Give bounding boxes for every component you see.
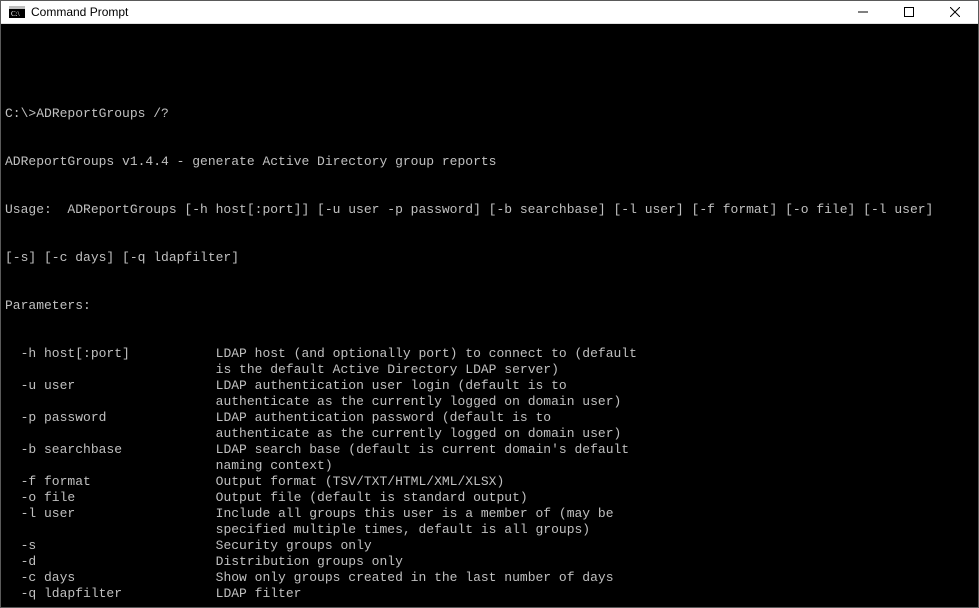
param-desc: Output format (TSV/TXT/HTML/XML/XLSX) bbox=[216, 474, 505, 489]
close-button[interactable] bbox=[932, 1, 978, 23]
param-desc: LDAP filter bbox=[216, 586, 302, 601]
param-desc: specified multiple times, default is all… bbox=[216, 522, 590, 537]
param-row: -l user Include all groups this user is … bbox=[5, 506, 974, 522]
param-row: -h host[:port] LDAP host (and optionally… bbox=[5, 346, 974, 362]
titlebar[interactable]: C:\ Command Prompt bbox=[1, 1, 978, 24]
param-flag-pad bbox=[5, 458, 216, 473]
param-flag: -b searchbase bbox=[5, 442, 216, 457]
prompt-line: C:\>ADReportGroups /? bbox=[5, 106, 974, 122]
param-row: -s Security groups only bbox=[5, 538, 974, 554]
param-flag: -l user bbox=[5, 506, 216, 521]
param-row: -c days Show only groups created in the … bbox=[5, 570, 974, 586]
param-flag-pad bbox=[5, 362, 216, 377]
svg-text:C:\: C:\ bbox=[11, 10, 20, 18]
param-row-cont: specified multiple times, default is all… bbox=[5, 522, 974, 538]
param-flag: -s bbox=[5, 538, 216, 553]
param-flag: -c days bbox=[5, 570, 216, 585]
param-row: -d Distribution groups only bbox=[5, 554, 974, 570]
window-controls bbox=[840, 1, 978, 23]
param-desc: LDAP authentication password (default is… bbox=[216, 410, 551, 425]
minimize-button[interactable] bbox=[840, 1, 886, 23]
param-desc: Include all groups this user is a member… bbox=[216, 506, 614, 521]
param-desc: LDAP host (and optionally port) to conne… bbox=[216, 346, 637, 361]
param-flag: -p password bbox=[5, 410, 216, 425]
usage-line: Usage: ADReportGroups [-h host[:port]] [… bbox=[5, 202, 974, 218]
parameters-list: -h host[:port] LDAP host (and optionally… bbox=[5, 346, 974, 602]
param-desc: Output file (default is standard output) bbox=[216, 490, 528, 505]
param-desc: is the default Active Directory LDAP ser… bbox=[216, 362, 559, 377]
param-row: -u user LDAP authentication user login (… bbox=[5, 378, 974, 394]
param-row-cont: authenticate as the currently logged on … bbox=[5, 426, 974, 442]
usage-line-2: [-s] [-c days] [-q ldapfilter] bbox=[5, 250, 974, 266]
param-desc: naming context) bbox=[216, 458, 333, 473]
cmd-icon: C:\ bbox=[9, 4, 25, 20]
param-row: -f format Output format (TSV/TXT/HTML/XM… bbox=[5, 474, 974, 490]
param-row: -o file Output file (default is standard… bbox=[5, 490, 974, 506]
window-title: Command Prompt bbox=[31, 5, 128, 19]
version-line: ADReportGroups v1.4.4 - generate Active … bbox=[5, 154, 974, 170]
param-row-cont: authenticate as the currently logged on … bbox=[5, 394, 974, 410]
param-desc: authenticate as the currently logged on … bbox=[216, 394, 622, 409]
param-flag: -d bbox=[5, 554, 216, 569]
param-desc: authenticate as the currently logged on … bbox=[216, 426, 622, 441]
param-flag: -u user bbox=[5, 378, 216, 393]
param-desc: Show only groups created in the last num… bbox=[216, 570, 614, 585]
param-flag-pad bbox=[5, 394, 216, 409]
command-prompt-window: C:\ Command Prompt C:\>ADReportGroups /?… bbox=[0, 0, 979, 608]
param-row: -p password LDAP authentication password… bbox=[5, 410, 974, 426]
param-desc: Distribution groups only bbox=[216, 554, 403, 569]
param-desc: Security groups only bbox=[216, 538, 372, 553]
param-row: -b searchbase LDAP search base (default … bbox=[5, 442, 974, 458]
param-flag: -f format bbox=[5, 474, 216, 489]
terminal-output[interactable]: C:\>ADReportGroups /? ADReportGroups v1.… bbox=[1, 24, 978, 607]
param-row-cont: is the default Active Directory LDAP ser… bbox=[5, 362, 974, 378]
command-text: ADReportGroups /? bbox=[36, 106, 169, 121]
param-row: -q ldapfilter LDAP filter bbox=[5, 586, 974, 602]
prompt-text: C:\> bbox=[5, 106, 36, 121]
param-flag: -h host[:port] bbox=[5, 346, 216, 361]
param-flag: -o file bbox=[5, 490, 216, 505]
maximize-button[interactable] bbox=[886, 1, 932, 23]
param-row-cont: naming context) bbox=[5, 458, 974, 474]
param-desc: LDAP authentication user login (default … bbox=[216, 378, 567, 393]
param-flag-pad bbox=[5, 522, 216, 537]
param-flag-pad bbox=[5, 426, 216, 441]
param-desc: LDAP search base (default is current dom… bbox=[216, 442, 629, 457]
parameters-label: Parameters: bbox=[5, 298, 974, 314]
param-flag: -q ldapfilter bbox=[5, 586, 216, 601]
